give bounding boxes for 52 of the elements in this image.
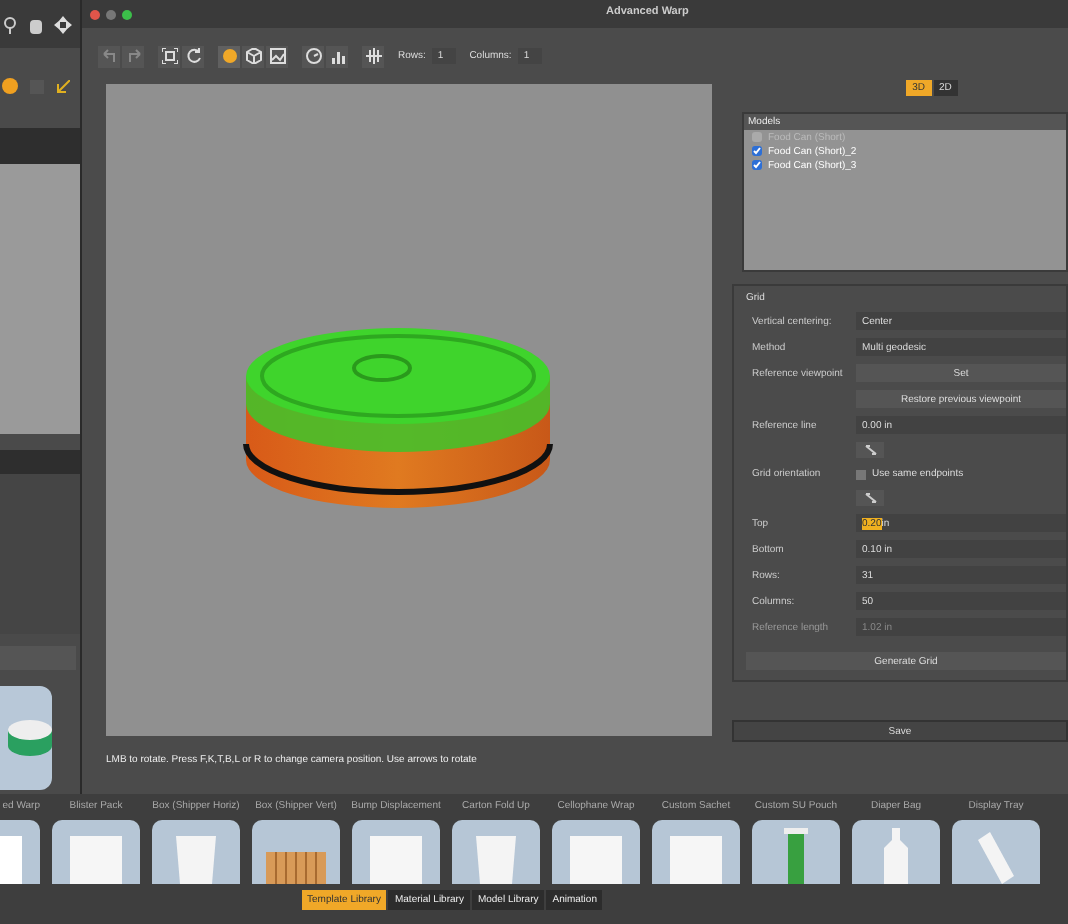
close-button[interactable] xyxy=(90,9,100,19)
target-icon xyxy=(305,48,321,64)
redo-icon xyxy=(125,48,141,64)
box-icon xyxy=(670,836,722,884)
box-icon xyxy=(70,836,122,884)
3d-viewport[interactable] xyxy=(106,84,712,736)
texture-button[interactable] xyxy=(266,45,288,67)
bars-button[interactable] xyxy=(326,45,348,67)
template-thumbnail[interactable] xyxy=(652,820,740,884)
grid-icon xyxy=(365,48,381,64)
template-thumbnail[interactable] xyxy=(152,820,240,884)
move-icon[interactable] xyxy=(54,15,72,33)
stick-icon xyxy=(978,832,1014,884)
box-icon xyxy=(370,836,422,884)
texture-icon xyxy=(269,48,285,64)
tube-icon xyxy=(784,828,808,884)
shaded-icon xyxy=(221,48,237,64)
reset-button[interactable] xyxy=(182,45,204,67)
arrow-icon[interactable] xyxy=(56,79,70,93)
hand-icon[interactable] xyxy=(28,15,44,33)
bars-icon xyxy=(329,48,345,64)
template-thumbnail[interactable] xyxy=(452,820,540,884)
pick-points-button[interactable] xyxy=(856,490,884,506)
template-thumbnail[interactable] xyxy=(752,820,840,884)
reset-icon xyxy=(185,48,201,64)
undo-icon xyxy=(101,48,117,64)
fit-icon xyxy=(161,48,177,64)
template-thumbnail[interactable] xyxy=(552,820,640,884)
template-thumbnail[interactable] xyxy=(252,820,340,884)
bag-icon xyxy=(172,836,220,884)
grid-button[interactable] xyxy=(362,45,384,67)
template-thumbnail[interactable] xyxy=(852,820,940,884)
wireframe-button[interactable] xyxy=(242,45,264,67)
zoom-icon[interactable] xyxy=(2,15,18,33)
checkbox[interactable] xyxy=(752,160,762,170)
minimize-button[interactable] xyxy=(106,9,116,19)
sphere-icon[interactable] xyxy=(2,78,18,94)
shaded-button[interactable] xyxy=(218,45,240,67)
template-thumbnail[interactable] xyxy=(52,820,140,884)
template-thumbnail[interactable] xyxy=(352,820,440,884)
bag-icon xyxy=(472,836,520,884)
zoom-button[interactable] xyxy=(122,9,132,19)
template-thumbnail[interactable] xyxy=(952,820,1040,884)
fit-button[interactable] xyxy=(158,45,180,67)
box-icon xyxy=(570,836,622,884)
target-button[interactable] xyxy=(302,45,324,67)
checkbox[interactable] xyxy=(856,469,866,479)
bottle-icon xyxy=(882,828,910,884)
wireframe-icon xyxy=(245,48,261,64)
template-thumbnail[interactable] xyxy=(0,686,52,790)
checkbox[interactable] xyxy=(752,146,762,156)
pick-points-button[interactable] xyxy=(856,442,884,458)
